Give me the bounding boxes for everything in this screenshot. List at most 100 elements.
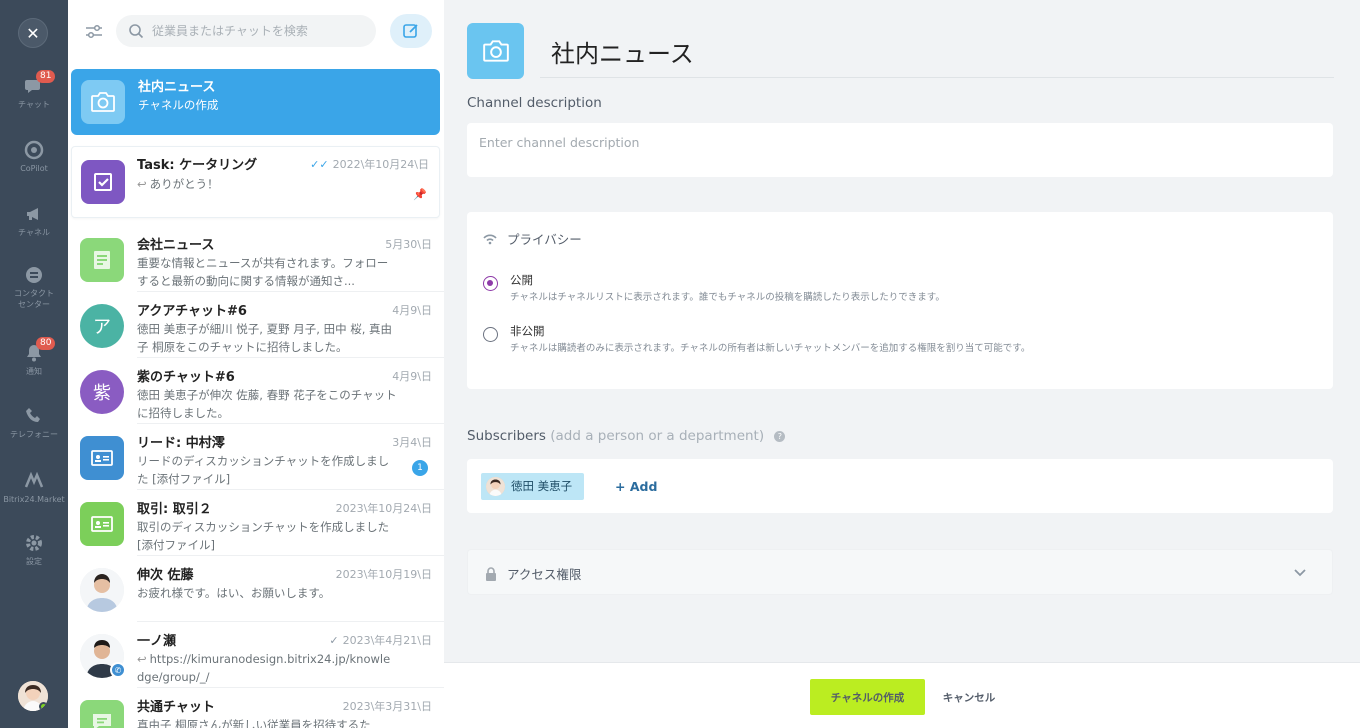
- add-subscriber-link[interactable]: + Add: [615, 479, 657, 494]
- chat-date: 3月4\日: [392, 436, 432, 449]
- public-description: チャネルはチャネルリストに表示されます。誰でもチャネルの投稿を購読したり表示した…: [510, 292, 945, 303]
- rail-item-market[interactable]: Bitrix24.Market: [0, 471, 68, 505]
- chat-last-message: ↩ https://kimuranodesign.bitrix24.jp/know…: [137, 650, 397, 686]
- compose-icon: [403, 24, 418, 38]
- chat-avatar: [81, 160, 125, 204]
- chat-date: 5月30\日: [385, 238, 432, 251]
- chat-last-message-text: https://kimuranodesign.bitrix24.jp/knowl…: [137, 652, 391, 684]
- rail-item-copilot[interactable]: CoPilot: [0, 140, 68, 174]
- chat-last-message: お疲れ様です。はい、お願いします。: [137, 586, 331, 600]
- chat-row[interactable]: リード: 中村澪 3月4\日 リードのディスカッションチャットを作成しました […: [68, 424, 444, 490]
- chat-last-message: リードのディスカッションチャットを作成しました [添付ファイル]: [137, 454, 390, 486]
- subscribers-hint: (add a person or a department): [550, 428, 765, 444]
- rail-label-market: Bitrix24.Market: [3, 495, 65, 504]
- chat-avatar: [80, 568, 124, 612]
- help-icon[interactable]: ?: [774, 430, 786, 442]
- create-channel-panel: 社内ニュース Channel description プライバシー 公開 チャネ…: [444, 0, 1360, 728]
- subscriber-photo: [486, 477, 505, 496]
- rail-item-chat[interactable]: 81 チャット: [0, 70, 68, 110]
- chat-avatar: [81, 80, 125, 124]
- chat-row[interactable]: 会社ニュース 5月30\日 重要な情報とニュースが共有されます。フォローすると最…: [68, 226, 444, 292]
- private-description: チャネルは購読者のみに表示されます。チャネルの所有者は新しいチャットメンバーを追…: [510, 343, 1031, 354]
- chat-date: 2023\年10月24\日: [335, 502, 432, 515]
- rail-label-telephony: テレフォニー: [10, 430, 58, 439]
- chat-list-panel: 社内ニュース チャネルの作成 Task: ケータリング ✓✓2022\年10月2…: [68, 0, 444, 728]
- megaphone-icon: [27, 208, 38, 220]
- search-input[interactable]: [152, 15, 368, 47]
- rail-item-contact-center[interactable]: コンタクト センター: [0, 265, 68, 310]
- read-check-icon: ✓: [329, 634, 339, 647]
- reply-icon: ↩: [137, 652, 147, 666]
- chat-row[interactable]: 共通チャット 2023\年3月31\日 真由子 桐原さんが新しい従業員を招待する…: [68, 688, 444, 728]
- access-rights-section[interactable]: アクセス権限: [467, 549, 1333, 595]
- chat-row[interactable]: 紫 紫のチャット#6 4月9\日 徳田 美恵子が伸次 佐藤, 春野 花子をこのチ…: [68, 358, 444, 424]
- news-icon: [94, 251, 110, 269]
- new-chat-button[interactable]: [390, 14, 432, 48]
- rail-label-channel: チャネル: [18, 228, 50, 237]
- phone-icon: [26, 408, 40, 422]
- chat-row-active[interactable]: 社内ニュース チャネルの作成: [71, 69, 440, 135]
- chat-list-header: [68, 0, 444, 64]
- broadcast-icon: [483, 233, 497, 244]
- rail-item-settings[interactable]: 設定: [0, 533, 68, 567]
- reply-icon: ↩: [137, 177, 147, 191]
- chat-title: リード: 中村澪: [137, 436, 225, 451]
- deal-card-icon: [91, 516, 113, 532]
- group-chat-icon: [93, 714, 111, 728]
- chat-row-pinned[interactable]: Task: ケータリング ✓✓ 2022\年10月24\日 ↩ ありがとう！ 📌: [71, 146, 440, 218]
- chat-title: 取引: 取引２: [137, 502, 212, 517]
- create-channel-button[interactable]: チャネルの作成: [810, 679, 925, 715]
- private-radio[interactable]: [483, 327, 498, 342]
- channel-title-input[interactable]: 社内ニュース: [551, 34, 694, 69]
- rail-label-contact-center: コンタクト センター: [14, 289, 54, 309]
- chat-last-message-text: ありがとう！: [149, 177, 219, 191]
- title-underline: [540, 77, 1334, 78]
- chat-title: 共通チャット: [137, 700, 215, 715]
- camera-icon: [482, 40, 509, 62]
- chevron-down-icon[interactable]: [1292, 564, 1308, 580]
- contact-center-icon: [26, 267, 42, 283]
- chat-date: ✓✓ 2022\年10月24\日: [310, 156, 429, 172]
- privacy-header: プライバシー: [483, 229, 582, 248]
- chat-avatar: ア: [80, 304, 124, 348]
- rail-item-channel[interactable]: チャネル: [0, 204, 68, 238]
- chat-last-message: 徳田 美恵子が伸次 佐藤, 春野 花子をこのチャットに招待しました。: [137, 388, 397, 420]
- chat-avatar: [80, 700, 124, 728]
- chat-badge: 81: [36, 70, 56, 83]
- phone-badge-icon: ✆: [110, 662, 126, 678]
- notification-badge: 80: [36, 337, 56, 350]
- rail-item-notifications[interactable]: 80 通知: [0, 337, 68, 377]
- public-label: 公開: [510, 273, 533, 287]
- chat-date-text: 2023\年4月21\日: [342, 634, 432, 647]
- rail-label-chat: チャット: [18, 100, 50, 109]
- chat-row[interactable]: ア アクアチャット#6 4月9\日 徳田 美恵子が細川 悦子, 夏野 月子, 田…: [68, 292, 444, 358]
- chat-row[interactable]: 取引: 取引２ 2023\年10月24\日 取引のディスカッションチャットを作成…: [68, 490, 444, 556]
- chat-avatar: [80, 238, 124, 282]
- chat-title: 伸次 佐藤: [137, 568, 194, 583]
- description-input[interactable]: [467, 123, 1333, 177]
- rail-item-telephony[interactable]: テレフォニー: [0, 406, 68, 440]
- rail-label-settings: 設定: [26, 557, 42, 566]
- subscriber-avatar: [486, 477, 505, 496]
- close-button[interactable]: ✕: [18, 18, 48, 48]
- chat-row[interactable]: ✆ 一ノ瀬 ✓ 2023\年4月21\日 ↩ https://kimuranodes…: [68, 622, 444, 688]
- channel-avatar-upload[interactable]: [467, 23, 524, 79]
- privacy-section: プライバシー 公開 チャネルはチャネルリストに表示されます。誰でもチャネルの投稿…: [467, 212, 1333, 389]
- user-avatar[interactable]: [18, 681, 48, 711]
- cancel-button[interactable]: キャンセル: [936, 679, 1002, 715]
- access-rights-header: アクセス権限: [485, 564, 581, 583]
- chat-avatar: [80, 502, 124, 546]
- chat-last-message: 重要な情報とニュースが共有されます。フォローすると最新の動向に関する情報が通知さ…: [137, 256, 389, 288]
- rail-label-copilot: CoPilot: [20, 164, 48, 173]
- filter-icon[interactable]: [84, 22, 104, 42]
- chat-row[interactable]: 伸次 佐藤 2023\年10月19\日 お疲れ様です。はい、お願いします。: [68, 556, 444, 622]
- subscribers-title: Subscribers: [467, 428, 546, 444]
- chat-avatar: 紫: [80, 370, 124, 414]
- subscriber-chip[interactable]: 徳田 美恵子: [481, 473, 585, 500]
- private-label: 非公開: [510, 324, 545, 338]
- search-box[interactable]: [116, 15, 376, 47]
- chat-date: 4月9\日: [392, 304, 432, 317]
- chat-date: 2023\年3月31\日: [342, 700, 432, 713]
- chat-last-message: 徳田 美恵子が細川 悦子, 夏野 月子, 田中 桜, 真由子 桐原をこのチャット…: [137, 322, 393, 354]
- public-radio[interactable]: [483, 276, 498, 291]
